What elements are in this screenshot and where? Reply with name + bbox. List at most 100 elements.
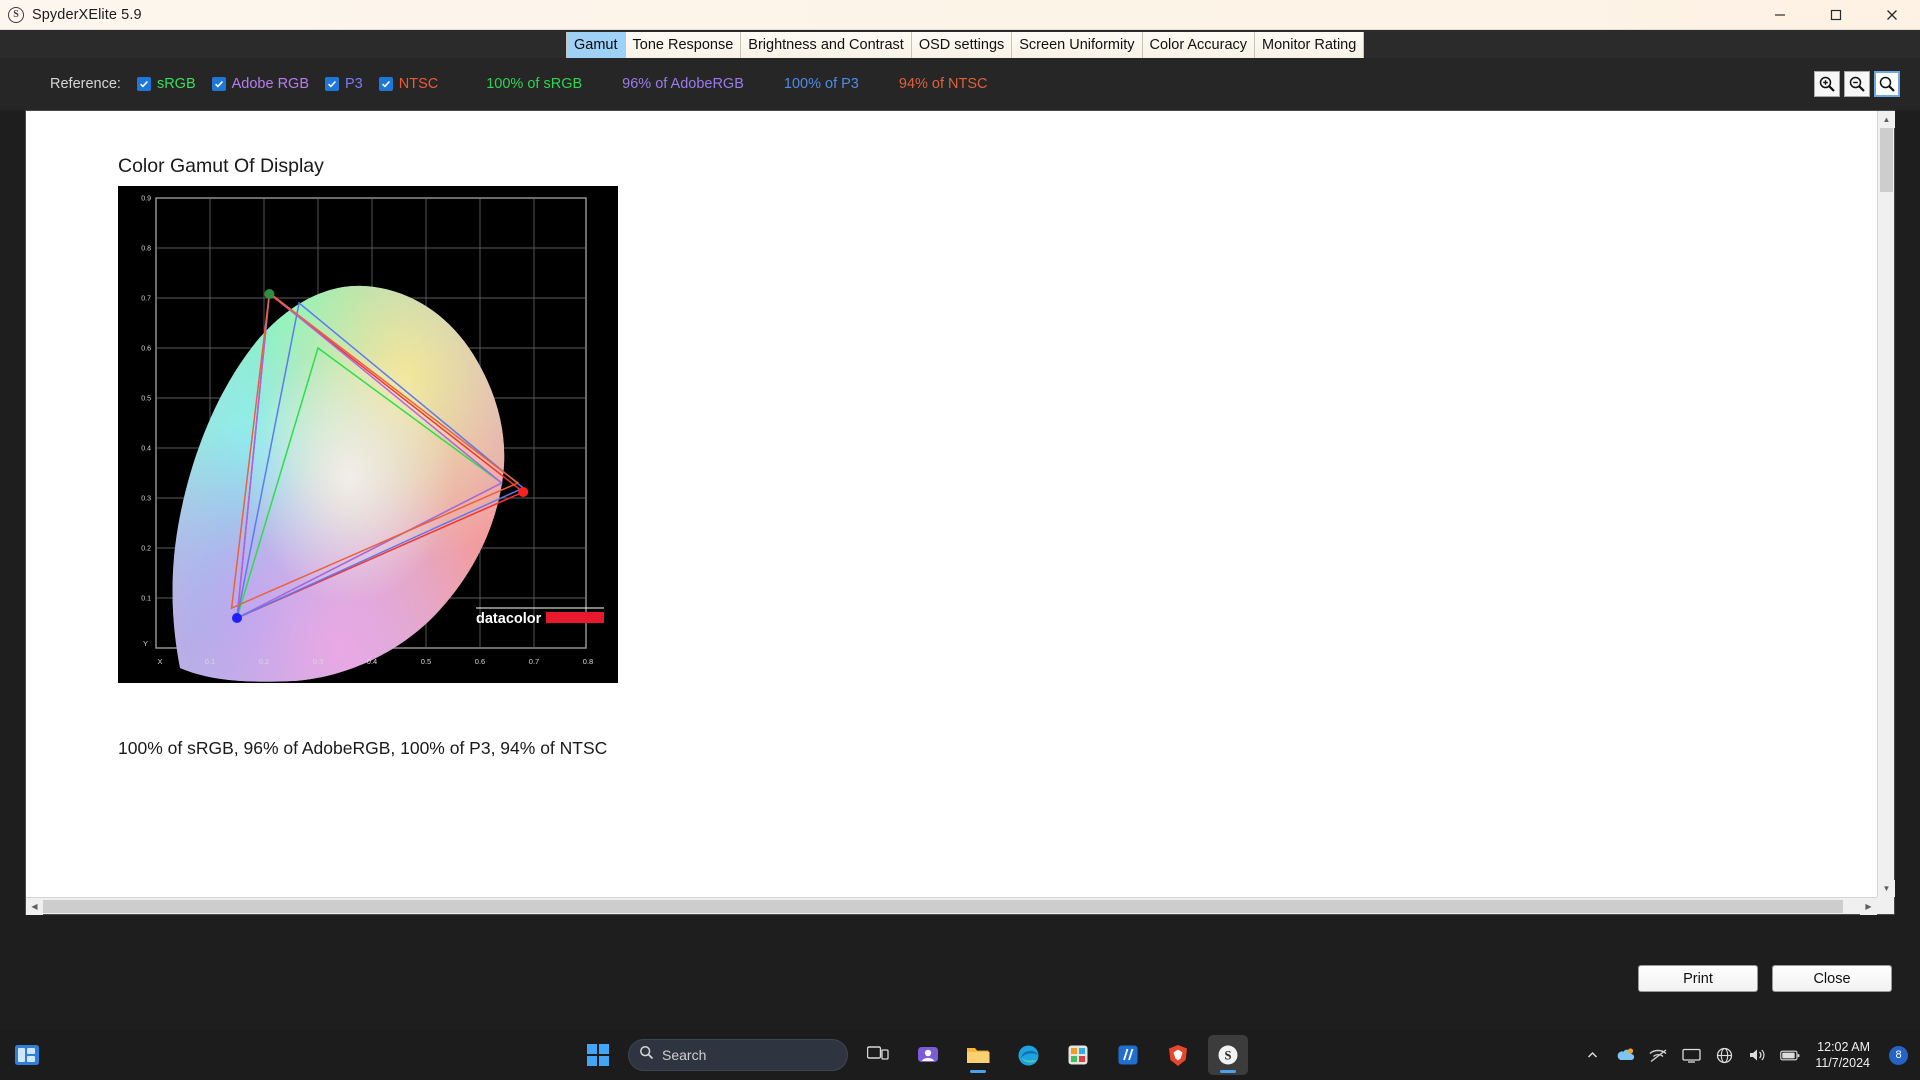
- x-tick-label: 0.8: [583, 657, 593, 666]
- tab-brightness-and-contrast[interactable]: Brightness and Contrast: [741, 32, 912, 58]
- close-button[interactable]: Close: [1772, 965, 1892, 992]
- taskbar-clock[interactable]: 12:02 AM 11/7/2024: [1815, 1039, 1870, 1072]
- taskbar-search-box[interactable]: Search: [628, 1039, 848, 1071]
- gamut-percentage: 100% of sRGB: [486, 76, 583, 92]
- tab-monitor-rating[interactable]: Monitor Rating: [1255, 32, 1365, 58]
- x-tick-label: 0.2: [259, 657, 269, 666]
- tab-osd-settings[interactable]: OSD settings: [911, 32, 1013, 58]
- taskview-icon[interactable]: [858, 1035, 898, 1075]
- vertical-scroll-thumb[interactable]: [1880, 128, 1893, 192]
- reference-label-text: P3: [345, 76, 363, 92]
- minimize-button[interactable]: [1752, 0, 1808, 30]
- gamut-summary-caption: 100% of sRGB, 96% of AdobeRGB, 100% of P…: [118, 738, 608, 758]
- scrollbar-corner: [1877, 897, 1894, 914]
- tab-strip: Gamut Tone Response Brightness and Contras…: [0, 30, 1920, 58]
- tray-battery-icon[interactable]: [1780, 1045, 1800, 1065]
- tray-network-icon[interactable]: [1714, 1045, 1734, 1065]
- reference-toggle-ntsc[interactable]: NTSC: [378, 76, 439, 92]
- search-icon: [639, 1045, 654, 1065]
- vertical-scrollbar[interactable]: ▲ ▼: [1877, 111, 1895, 897]
- marker-green-primary: [264, 289, 275, 299]
- y-tick-label: 0.8: [141, 246, 151, 253]
- clock-date: 11/7/2024: [1815, 1056, 1870, 1070]
- tray-volume-icon[interactable]: [1747, 1045, 1767, 1065]
- file-explorer-icon[interactable]: [958, 1035, 998, 1075]
- y-tick-label: 0.2: [141, 546, 151, 553]
- window-title: SpyderXElite 5.9: [32, 6, 142, 23]
- reference-toolbar: Reference: sRGB Adobe RGB P3 NTSC 100% of s…: [0, 58, 1920, 110]
- gamut-percentages: 100% of sRGB 96% of AdobeRGB 100% of P3 94%…: [486, 76, 1027, 92]
- horizontal-scrollbar[interactable]: ◀ ▶: [26, 897, 1877, 915]
- reference-toggle-srgb[interactable]: sRGB: [136, 76, 196, 92]
- tab-tone-response[interactable]: Tone Response: [625, 32, 742, 58]
- x-tick-label: 0.1: [205, 657, 215, 666]
- y-tick-label: 0.4: [141, 446, 151, 453]
- y-tick-label: 0.7: [141, 296, 151, 303]
- tab-gamut[interactable]: Gamut: [566, 32, 626, 58]
- report-viewport: Color Gamut Of Display 0.1 0.2 0.3 0.4 0…: [25, 110, 1895, 915]
- scroll-up-button[interactable]: ▲: [1878, 111, 1895, 128]
- tab-list: Gamut Tone Response Brightness and Contras…: [566, 30, 1365, 58]
- tab-screen-uniformity[interactable]: Screen Uniformity: [1012, 32, 1143, 58]
- gamut-percentage: 94% of NTSC: [898, 76, 988, 92]
- tray-onedrive-icon[interactable]: [1615, 1045, 1635, 1065]
- cie-chart-svg: 0.1 0.2 0.3 0.4 0.5 0.6 0.7 0.8 0.9 0.1 0.2 0.3 0.4…: [118, 186, 618, 683]
- marker-blue-primary: [232, 613, 242, 623]
- zoom-in-icon[interactable]: [1814, 71, 1840, 97]
- y-tick-label: 0.6: [141, 346, 151, 353]
- maximize-button[interactable]: [1808, 0, 1864, 30]
- widgets-icon[interactable]: [10, 1041, 44, 1069]
- checkbox-icon[interactable]: [325, 77, 339, 91]
- x-axis-label: X: [157, 657, 162, 666]
- scroll-right-button[interactable]: ▶: [1860, 898, 1877, 915]
- gamut-percentage: 100% of P3: [783, 76, 859, 92]
- close-window-button[interactable]: [1864, 0, 1920, 30]
- checkbox-icon[interactable]: [211, 77, 226, 91]
- search-placeholder: Search: [662, 1047, 707, 1063]
- teams-icon[interactable]: [908, 1035, 948, 1075]
- dialog-footer: [0, 915, 1920, 1030]
- tray-chevron-up-icon[interactable]: [1582, 1045, 1602, 1065]
- marker-red-primary: [518, 487, 529, 497]
- reference-toggle-adobe-rgb[interactable]: Adobe RGB: [211, 76, 309, 92]
- zoom-out-icon[interactable]: [1844, 71, 1870, 97]
- reference-toggle-p3[interactable]: P3: [325, 76, 363, 92]
- spyder-icon[interactable]: S: [1208, 1035, 1248, 1075]
- edge-icon[interactable]: [1008, 1035, 1048, 1075]
- zoom-toolbar: [1814, 71, 1900, 97]
- y-tick-label: 0.1: [141, 596, 151, 603]
- x-tick-label: 0.6: [475, 657, 485, 666]
- reference-label: Reference:: [50, 76, 121, 92]
- checkbox-icon[interactable]: [136, 77, 151, 91]
- reference-label-text: NTSC: [398, 76, 439, 92]
- zoom-fit-icon[interactable]: [1874, 71, 1900, 97]
- window-controls: [1752, 0, 1920, 30]
- y-axis-label: Y: [143, 639, 148, 648]
- reference-label-text: Adobe RGB: [231, 76, 309, 92]
- start-button[interactable]: [578, 1035, 618, 1075]
- window-titlebar: S SpyderXElite 5.9: [0, 0, 1920, 30]
- windows-taskbar: Search S 12:02 AM 11/7/2024 8: [0, 1030, 1920, 1080]
- checkbox-icon[interactable]: [378, 77, 393, 91]
- tray-display-icon[interactable]: [1681, 1045, 1701, 1065]
- store-icon[interactable]: [1058, 1035, 1098, 1075]
- system-tray: 12:02 AM 11/7/2024 8: [1582, 1030, 1920, 1080]
- horizontal-scroll-thumb[interactable]: [43, 900, 1843, 913]
- page-title: Color Gamut Of Display: [118, 155, 324, 177]
- scroll-down-button[interactable]: ▼: [1878, 880, 1895, 897]
- x-tick-label: 0.5: [421, 657, 431, 666]
- brave-icon[interactable]: [1158, 1035, 1198, 1075]
- tab-color-accuracy[interactable]: Color Accuracy: [1142, 32, 1256, 58]
- cie-chromaticity-chart: 0.1 0.2 0.3 0.4 0.5 0.6 0.7 0.8 0.9 0.1 0.2 0.3 0.4…: [118, 186, 618, 683]
- y-tick-label: 0.9: [141, 196, 151, 203]
- x-tick-label: 0.3: [313, 657, 323, 666]
- calculator-icon[interactable]: [1108, 1035, 1148, 1075]
- tray-network-disconnected-icon[interactable]: [1648, 1045, 1668, 1065]
- print-button[interactable]: Print: [1638, 965, 1758, 992]
- report-page: Color Gamut Of Display 0.1 0.2 0.3 0.4 0…: [26, 111, 1877, 897]
- scroll-left-button[interactable]: ◀: [26, 898, 43, 915]
- spyder-app-icon: S: [8, 6, 24, 23]
- notification-badge[interactable]: 8: [1889, 1045, 1908, 1065]
- svg-text:S: S: [1225, 1049, 1232, 1063]
- y-tick-label: 0.3: [141, 496, 151, 503]
